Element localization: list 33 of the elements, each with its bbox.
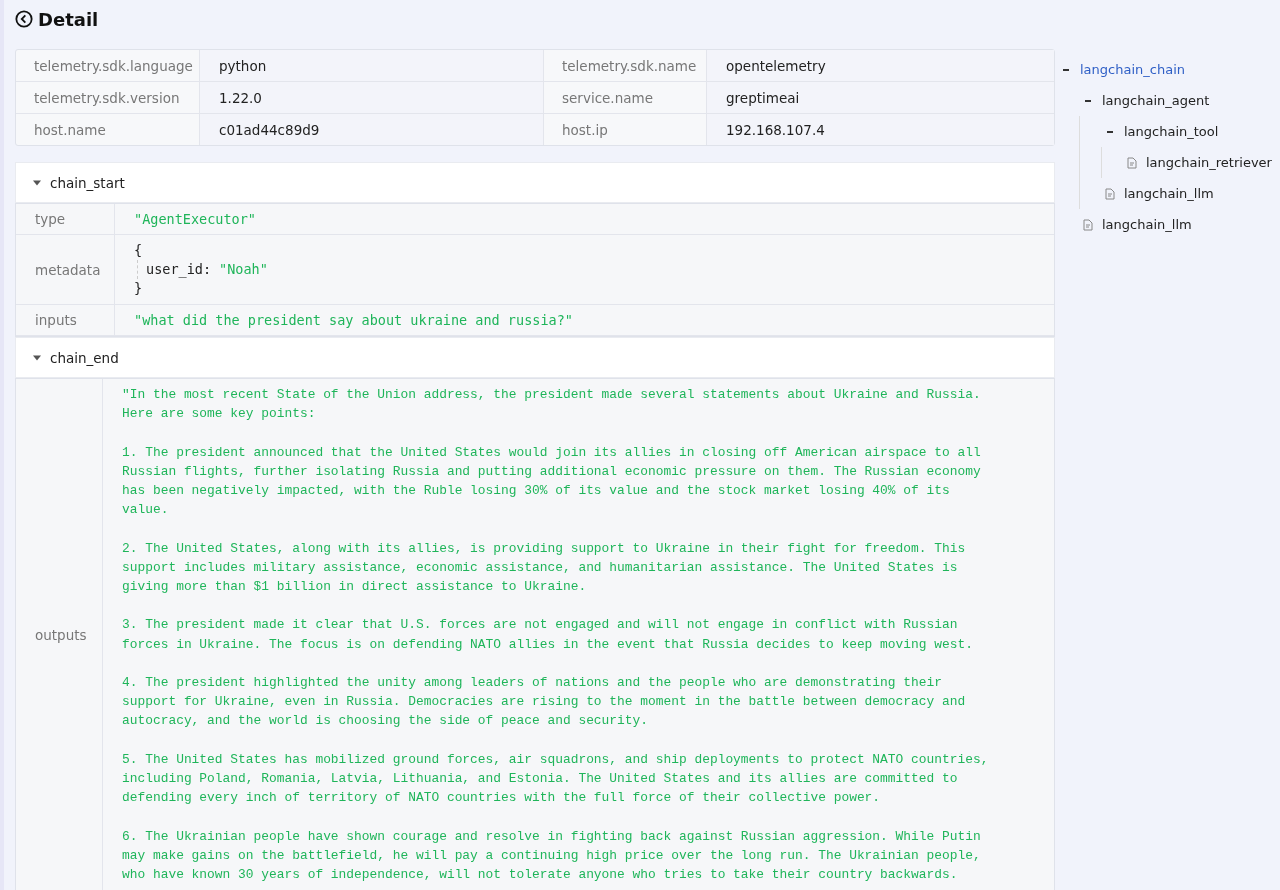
field-value: "what did the president say about ukraine and russia?" (134, 312, 573, 328)
attribute-value: python (200, 50, 544, 81)
output-text: "In the most recent State of the Union address, the president made several statements about Ukraine and Russia. Here are some key points: 1. The president announced that the United States would join its allies in closing off American airspace to all Russian flights, further isolating Russia and putting additional economic pressure on them. The Russian economy has been negatively impacted, with the Ruble losing 30% of its value and the stock market losing 40% of its value. 2. The United States, along with its allies, is providing support to Ukraine in their fight for freedom. This support includes military assistance, economic assistance, and humanitarian assistance. The United States is giving more than $1 billion in direct assistance to Ukraine. 3. The president made it clear that U.S. forces are not engaged and will not engage in conflict with Russian forces in Ukraine. The focus is on defending NATO allies in the event that Russia decides to keep moving west. 4. The president highlighted the unity among leaders of nations and the people who are demonstrating their support for Ukraine, even in Russia. Democracies are rising to the moment in the battle between democracy and autocracy, and the world is choosing the side of peace and security. 5. The United States has mobilized ground forces, air squadrons, and ship deployments to protect NATO countries, including Poland, Romania, Latvia, Lithuania, and Estonia. The United States and its allies are committed to defending every inch of territory of NATO countries with the full force of their collective power. 6. The Ukrainian people have shown courage and resolve in fighting back against Russian aggression. While Putin may make gains on the battlefield, he will pay a continuing high price over the long run. The Ukrainian people, who have known 30 years of independence, will not tolerate anyone who tries to take their country backwards. (122, 386, 989, 885)
open-brace: { (134, 241, 144, 260)
collapse-icon[interactable] (1107, 130, 1113, 133)
section-title[interactable]: chain_start (50, 174, 125, 191)
tree-item[interactable]: langchain_agent (1102, 93, 1210, 108)
tree-item[interactable]: langchain_llm (1124, 186, 1214, 201)
field-key: outputs (16, 379, 103, 890)
document-icon (1127, 156, 1137, 169)
attribute-value: 1.22.0 (200, 82, 544, 113)
section-title[interactable]: chain_end (50, 349, 119, 366)
document-icon (1083, 218, 1093, 231)
object-key: user_id: (146, 261, 212, 277)
object-value: "Noah" (219, 261, 268, 277)
tree-item[interactable]: langchain_chain (1080, 62, 1185, 77)
field-key: inputs (16, 305, 115, 335)
page-title: Detail (38, 8, 99, 30)
attribute-value: 192.168.107.4 (707, 114, 1054, 145)
field-key: metadata (16, 235, 115, 304)
collapse-icon[interactable] (1063, 68, 1069, 71)
attribute-value: c01ad44c89d9 (200, 114, 544, 145)
tree-item[interactable]: langchain_retriever (1146, 155, 1272, 170)
attribute-value: greptimeai (707, 82, 1054, 113)
tree-item[interactable]: langchain_tool (1124, 124, 1219, 139)
back-icon[interactable] (15, 10, 33, 28)
close-brace: } (134, 279, 144, 298)
field-value: "AgentExecutor" (134, 211, 256, 227)
tree-item[interactable]: langchain_llm (1102, 217, 1192, 232)
document-icon (1105, 187, 1115, 200)
collapse-icon[interactable] (1085, 99, 1091, 102)
attribute-value: opentelemetry (707, 50, 1054, 81)
field-key: type (16, 204, 115, 234)
